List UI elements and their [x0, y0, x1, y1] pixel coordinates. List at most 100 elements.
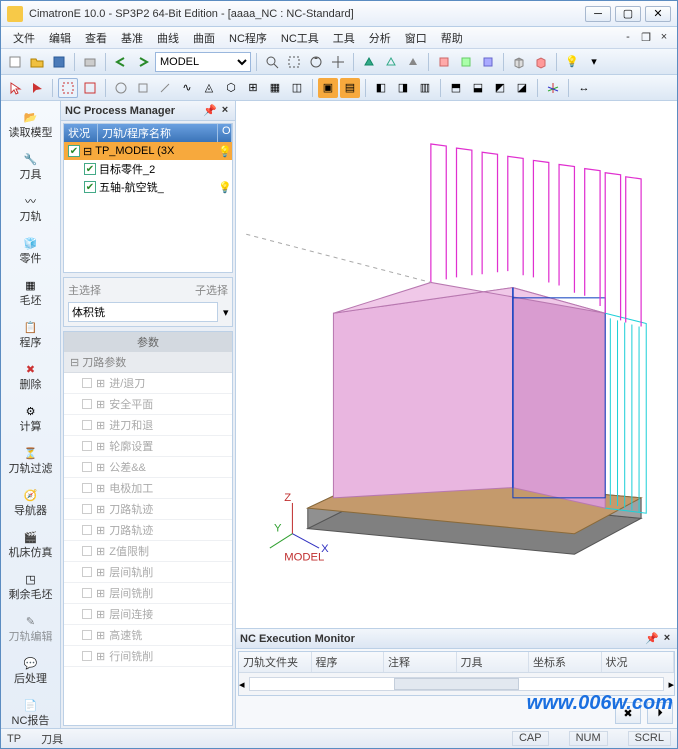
menu-nc-program[interactable]: NC程序 [223, 28, 273, 48]
tree-row-tp-model[interactable]: ✔⊟ TP_MODEL (3X 💡 [64, 142, 232, 160]
exec-col-ucs[interactable]: 坐标系 [529, 652, 602, 672]
param-category[interactable]: ⊟ 刀路参数 [64, 352, 232, 373]
menu-edit[interactable]: 编辑 [43, 28, 77, 48]
sidebar-tool[interactable]: 🔧刀具 [6, 147, 56, 183]
select-box-icon[interactable] [58, 78, 78, 98]
menu-datum[interactable]: 基准 [115, 28, 149, 48]
hidden-icon[interactable] [403, 52, 423, 72]
param-item[interactable]: ⊞ 层间铣削 [64, 583, 232, 604]
layer2-icon[interactable]: ◨ [393, 78, 413, 98]
bulb-icon[interactable]: 💡 [562, 52, 582, 72]
filter5-icon[interactable]: ◬ [199, 78, 219, 98]
exec-col-tool[interactable]: 刀具 [457, 652, 530, 672]
tree-row-target[interactable]: ✔ 目标零件_2 [64, 160, 232, 178]
scroll-right-icon[interactable]: ▸ [668, 678, 674, 691]
sidebar-program[interactable]: 📋程序 [6, 315, 56, 351]
param-item[interactable]: ⊞ Z值限制 [64, 541, 232, 562]
sidebar-stock[interactable]: ▦毛坯 [6, 273, 56, 309]
sidebar-remain[interactable]: ◳剩余毛坯 [6, 567, 56, 603]
param-item[interactable]: ⊞ 进/退刀 [64, 373, 232, 394]
filter2-icon[interactable] [133, 78, 153, 98]
exec-run-button[interactable]: ⏵ [647, 702, 673, 724]
cube-icon[interactable] [509, 52, 529, 72]
param-item[interactable]: ⊞ 高速铣 [64, 625, 232, 646]
tool-c-icon[interactable]: ◩ [490, 78, 510, 98]
main-select-input[interactable] [68, 302, 218, 322]
sidebar-edit-path[interactable]: ✎刀轨编辑 [6, 609, 56, 645]
menu-surface[interactable]: 曲面 [187, 28, 221, 48]
sidebar-delete[interactable]: ✖删除 [6, 357, 56, 393]
tool-a-icon[interactable]: ⬒ [446, 78, 466, 98]
exec-scrollbar[interactable] [249, 677, 665, 691]
param-item[interactable]: ⊞ 刀路轨迹 [64, 520, 232, 541]
scroll-left-icon[interactable]: ◂ [239, 678, 245, 691]
sidebar-post[interactable]: 💬后处理 [6, 651, 56, 687]
filter8-icon[interactable]: ▦ [265, 78, 285, 98]
layer3-icon[interactable]: ▥ [415, 78, 435, 98]
param-item[interactable]: ⊞ 层间连接 [64, 604, 232, 625]
exec-pin-icon[interactable]: 📌 [645, 632, 657, 645]
close-button[interactable]: ✕ [645, 6, 671, 22]
filter9-icon[interactable]: ◫ [287, 78, 307, 98]
exec-col-program[interactable]: 程序 [312, 652, 385, 672]
select-cross-icon[interactable] [80, 78, 100, 98]
maximize-button[interactable]: ▢ [615, 6, 641, 22]
minimize-button[interactable]: ─ [585, 6, 611, 22]
redo-icon[interactable] [133, 52, 153, 72]
cursor-red-icon[interactable] [27, 78, 47, 98]
menu-view[interactable]: 查看 [79, 28, 113, 48]
menu-nc-tools[interactable]: NC工具 [275, 28, 325, 48]
menu-analyze[interactable]: 分析 [363, 28, 397, 48]
parameter-panel[interactable]: 参数 ⊟ 刀路参数 ⊞ 进/退刀 ⊞ 安全平面 ⊞ 进刀和退 ⊞ 轮廓设置 ⊞ … [63, 331, 233, 726]
new-icon[interactable] [5, 52, 25, 72]
menu-window[interactable]: 窗口 [399, 28, 433, 48]
tree-row-5axis[interactable]: ✔ 五轴-航空铣_ 💡 [64, 178, 232, 196]
pin-icon[interactable]: 📌 [203, 104, 215, 117]
sidebar-part[interactable]: 🧊零件 [6, 231, 56, 267]
zoom-window-icon[interactable] [284, 52, 304, 72]
tree-col-status[interactable]: 状况 [64, 124, 98, 142]
menu-curve[interactable]: 曲线 [151, 28, 185, 48]
panel-close-icon[interactable]: × [219, 104, 231, 117]
wireframe-icon[interactable] [381, 52, 401, 72]
param-item[interactable]: ⊞ 刀路轨迹 [64, 499, 232, 520]
shaded-icon[interactable] [359, 52, 379, 72]
axis-icon[interactable] [543, 78, 563, 98]
select-arrow-icon[interactable] [5, 78, 25, 98]
exec-col-status[interactable]: 状况 [602, 652, 675, 672]
param-item[interactable]: ⊞ 安全平面 [64, 394, 232, 415]
main-select-button[interactable]: ▾ [222, 302, 230, 322]
tool-d-icon[interactable]: ◪ [512, 78, 532, 98]
filter1-icon[interactable] [111, 78, 131, 98]
sidebar-simulate[interactable]: 🎬机床仿真 [6, 525, 56, 561]
filter4-icon[interactable]: ∿ [177, 78, 197, 98]
exec-close-icon[interactable]: × [661, 632, 673, 645]
tool-b-icon[interactable]: ⬓ [468, 78, 488, 98]
menu-help[interactable]: 帮助 [435, 28, 469, 48]
pan-icon[interactable] [328, 52, 348, 72]
filter6-icon[interactable]: ⬡ [221, 78, 241, 98]
filter3-icon[interactable] [155, 78, 175, 98]
exec-col-folder[interactable]: 刀轨文件夹 [239, 652, 312, 672]
param-item[interactable]: ⊞ 行间铣削 [64, 646, 232, 667]
front-view-icon[interactable] [456, 52, 476, 72]
settings-icon[interactable]: ▾ [584, 52, 604, 72]
filter7-icon[interactable]: ⊞ [243, 78, 263, 98]
sidebar-filter[interactable]: ⏳刀轨过滤 [6, 441, 56, 477]
layer1-icon[interactable]: ◧ [371, 78, 391, 98]
3d-viewport[interactable]: Z X Y MODEL [236, 101, 677, 628]
tree-col-name[interactable]: 刀轨/程序名称 [98, 124, 218, 142]
menu-tools[interactable]: 工具 [327, 28, 361, 48]
mdi-close-button[interactable]: × [657, 31, 671, 44]
zoom-fit-icon[interactable] [262, 52, 282, 72]
hl1-icon[interactable]: ▣ [318, 78, 338, 98]
hl2-icon[interactable]: ▤ [340, 78, 360, 98]
iso-view-icon[interactable] [434, 52, 454, 72]
param-item[interactable]: ⊞ 轮廓设置 [64, 436, 232, 457]
exec-cancel-button[interactable]: ✖ [615, 702, 641, 724]
dim-icon[interactable]: ↔ [574, 78, 594, 98]
undo-icon[interactable] [111, 52, 131, 72]
open-icon[interactable] [27, 52, 47, 72]
save-icon[interactable] [49, 52, 69, 72]
print-icon[interactable] [80, 52, 100, 72]
